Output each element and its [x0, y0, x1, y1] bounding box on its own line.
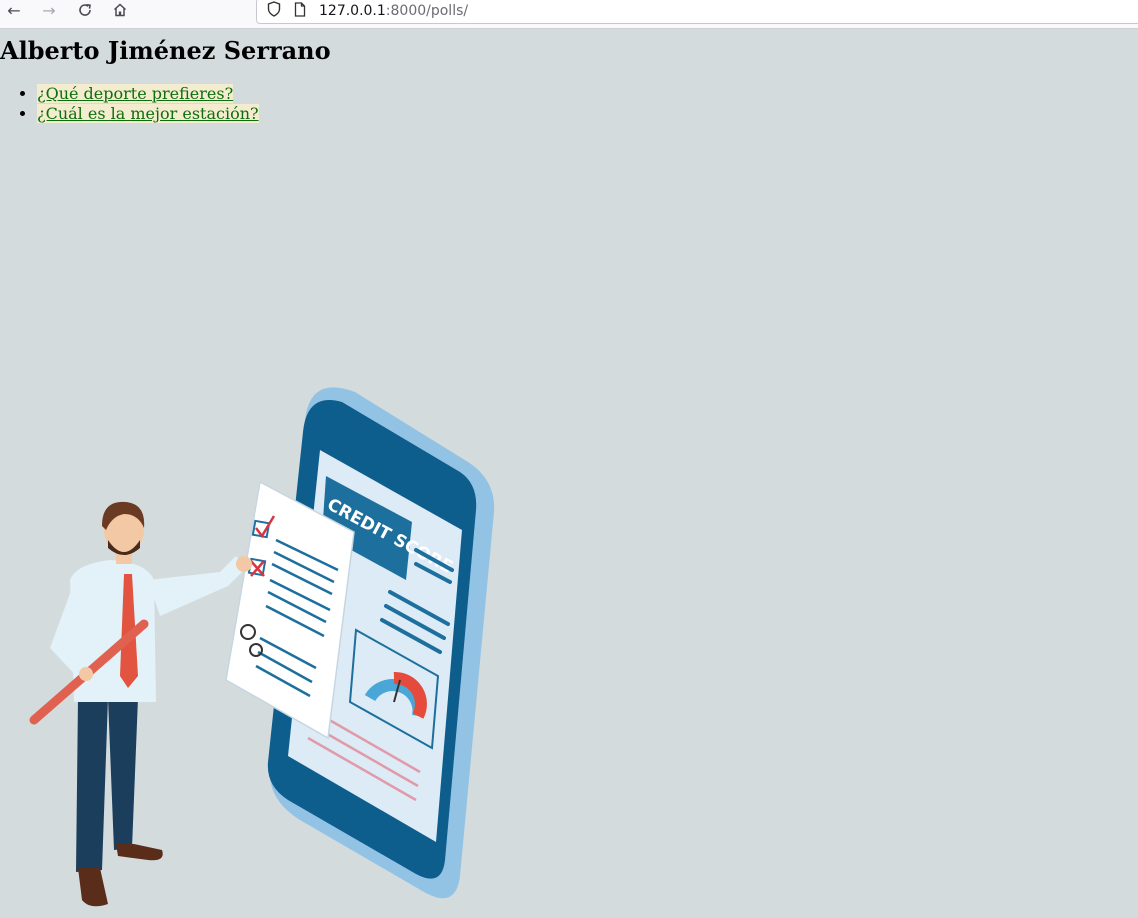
- address-bar[interactable]: 127.0.0.1:8000/polls/: [256, 0, 1138, 24]
- man-illustration: [29, 501, 252, 907]
- credit-score-illustration: CREDIT SCORE: [29, 387, 495, 907]
- page-title: Alberto Jiménez Serrano: [0, 36, 331, 65]
- list-item: ¿Qué deporte prefieres?: [37, 84, 259, 104]
- forward-button[interactable]: →: [36, 0, 62, 20]
- reload-button[interactable]: [72, 0, 98, 20]
- list-item: ¿Cuál es la mejor estación?: [37, 103, 259, 124]
- poll-link-season[interactable]: ¿Cuál es la mejor estación?: [37, 103, 259, 123]
- poll-link-sport[interactable]: ¿Qué deporte prefieres?: [37, 84, 234, 103]
- page-icon: [291, 1, 309, 21]
- shield-icon: [265, 1, 283, 21]
- arrow-left-icon: ←: [7, 0, 21, 20]
- url-path: :8000/polls/: [385, 3, 469, 19]
- reload-icon: [79, 4, 91, 16]
- home-icon: [113, 3, 127, 17]
- poll-list: ¿Qué deporte prefieres? ¿Cuál es la mejo…: [0, 84, 259, 123]
- arrow-right-icon: →: [42, 0, 56, 20]
- url-host: 127.0.0.1: [319, 3, 386, 19]
- home-button[interactable]: [107, 0, 133, 20]
- back-button[interactable]: ←: [1, 0, 27, 20]
- browser-toolbar: ← → 127.0.0.1:8000/polls/: [0, 0, 1138, 29]
